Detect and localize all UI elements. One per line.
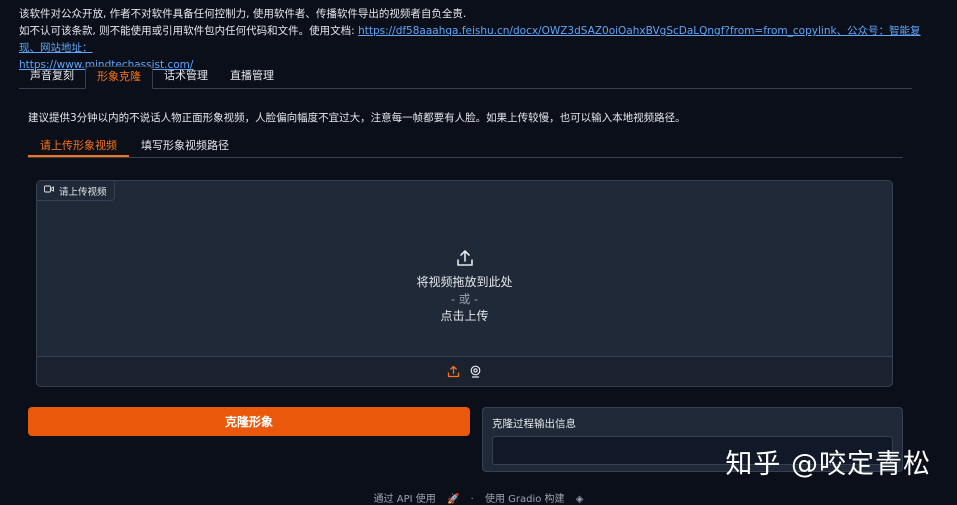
click-upload-text: 点击上传 — [440, 308, 489, 323]
video-camera-icon — [44, 185, 54, 196]
or-text: - 或 - — [450, 291, 479, 306]
drop-text: 将视频拖放到此处 — [416, 274, 513, 289]
watermark: 知乎 @咬定青松 — [725, 449, 931, 480]
upload-source-icon[interactable] — [447, 365, 460, 378]
upload-label-text: 请上传视频 — [59, 186, 107, 198]
upload-label: 请上传视频 — [37, 181, 115, 201]
upload-icon — [456, 249, 474, 267]
tab-live-management[interactable]: 直播管理 — [219, 66, 285, 87]
clone-avatar-button[interactable]: 克隆形象 — [28, 407, 470, 436]
upload-source-bar — [37, 356, 892, 386]
notice-line-2: 如不认可该条款, 则不能使用或引用软件包内任何代码和文件。使用文档: https… — [19, 23, 939, 57]
tab-voice-clone[interactable]: 声音复刻 — [19, 66, 85, 87]
webcam-icon[interactable] — [469, 365, 482, 378]
tab-script-management[interactable]: 话术管理 — [153, 66, 219, 87]
tab-avatar-clone[interactable]: 形象克隆 — [85, 66, 153, 89]
notice-line-2-prefix: 如不认可该条款, 则不能使用或引用软件包内任何代码和文件。使用文档: — [19, 25, 355, 37]
notice-text: 该软件对公众开放, 作者不对软件具备任何控制力, 使用软件者、传播软件导出的视频… — [19, 6, 939, 74]
doc-link[interactable]: https://df58aaahqa.feishu.cn/docx/OWZ3dS… — [358, 25, 837, 37]
tab-upload-video[interactable]: 请上传形象视频 — [28, 137, 129, 157]
notice-line-1: 该软件对公众开放, 作者不对软件具备任何控制力, 使用软件者、传播软件导出的视频… — [19, 8, 467, 20]
upload-hint: 建议提供3分钟以内的不说话人物正面形象视频，人脸偏向幅度不宜过大，注意每一帧都要… — [28, 112, 686, 124]
output-label: 克隆过程输出信息 — [492, 418, 576, 430]
tab-video-path[interactable]: 填写形象视频路径 — [129, 137, 241, 157]
main-tabs: 声音复刻 形象克隆 话术管理 直播管理 — [19, 66, 912, 89]
footer: 通过 API 使用 🚀 · 使用 Gradio 构建 ◈ — [0, 490, 957, 505]
video-upload-panel: 请上传视频 将视频拖放到此处 - 或 - 点击上传 — [36, 180, 893, 387]
upload-mode-tabs: 请上传形象视频 填写形象视频路径 — [28, 137, 903, 158]
drop-zone[interactable]: 将视频拖放到此处 - 或 - 点击上传 — [37, 201, 892, 358]
